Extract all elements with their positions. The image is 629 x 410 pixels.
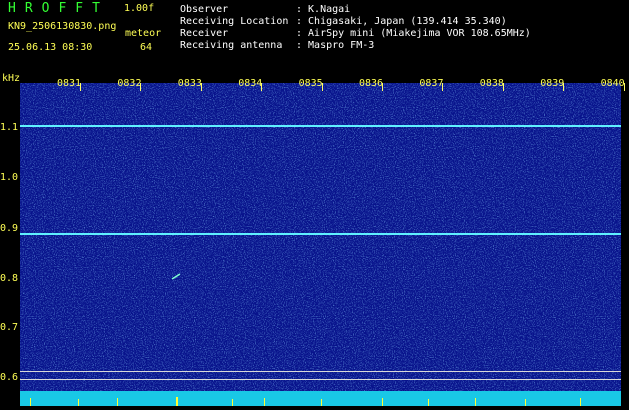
carrier-line-lower [20,233,621,235]
observer-label: Observer [180,4,229,15]
y-tick-label: 0.9 [0,223,19,234]
y-tick-label: 1.0 [0,172,19,183]
y-tick-label: 0.6 [0,372,19,383]
spectrogram [20,83,621,391]
x-tick-label: 0831 [57,78,82,89]
x-tick-mark [382,83,383,91]
x-tick-label: 0838 [479,78,504,89]
x-tick-label: 0834 [238,78,263,89]
receiver-label: Receiver [180,28,229,39]
x-tick-mark [563,83,565,91]
x-tick-label: 0833 [177,78,202,89]
mode-label: meteor [125,28,162,39]
receiver-value: : AirSpy mini (Miakejima VOR 108.65MHz) [296,28,531,39]
x-tick-mark [502,83,504,91]
reference-line-2 [20,379,621,380]
y-tick-label: 0.8 [0,273,19,284]
x-tick-mark [140,83,142,91]
date-time: 25.06.13 08:30 [8,42,93,53]
app-brand: HROFFT [8,1,109,16]
location-value: : Chigasaki, Japan (139.414 35.340) [296,16,507,27]
antenna-label: Receiving antenna [180,40,283,51]
x-tick-label: 0837 [419,78,444,89]
x-tick-label: 0839 [540,78,565,89]
y-axis-unit: kHz [2,73,21,84]
x-tick-mark [200,83,202,91]
x-tick-label: 0840 [600,78,625,89]
x-tick-mark [321,83,323,91]
x-tick-mark [442,83,444,91]
location-label: Receiving Location [180,16,289,27]
carrier-line-upper [20,125,621,127]
header-panel: HROFFT 1.00f KN9_2506130830.png meteor 2… [0,0,629,72]
x-tick-mark [80,83,81,91]
x-tick-mark [261,83,263,91]
x-tick-mark [623,83,625,91]
y-tick-label: 0.7 [0,322,19,333]
meteor-count: 64 [140,42,153,53]
file-name: KN9_2506130830.png [8,21,117,32]
reference-line-1 [20,371,621,372]
y-tick-label: 1.1 [0,122,19,133]
antenna-value: : Maspro FM-3 [296,40,375,51]
app-version: 1.00f [124,3,155,14]
signal-strength-bar [20,391,621,406]
x-tick-label: 0835 [298,78,323,89]
observer-value: : K.Nagai [296,4,351,15]
x-tick-label: 0836 [359,78,384,89]
x-tick-label: 0832 [117,78,142,89]
spectrogram-canvas [20,83,621,391]
